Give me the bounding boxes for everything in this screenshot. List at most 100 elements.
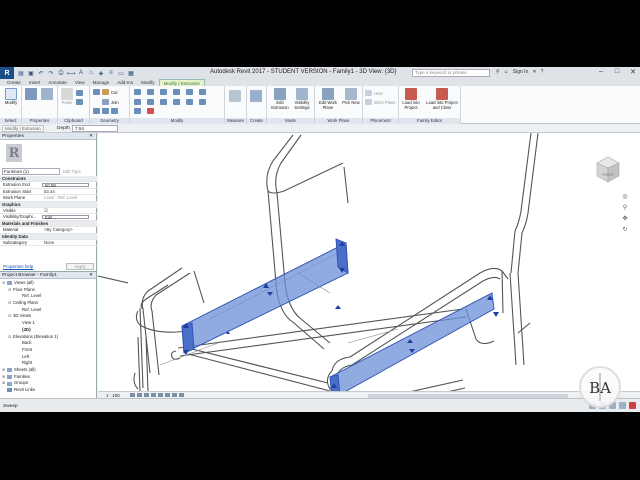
measure-button[interactable]	[229, 90, 241, 103]
tree-node[interactable]: View 1	[0, 320, 97, 327]
properties-help-link[interactable]: Properties help	[3, 264, 33, 269]
shadows-icon[interactable]	[151, 393, 156, 397]
offset-icon[interactable]	[147, 89, 154, 95]
maximize-icon[interactable]: □	[612, 68, 622, 76]
load-into-project-close-button[interactable]: Load into Project and Close	[425, 88, 459, 110]
orbit-icon[interactable]: ↻	[622, 226, 627, 233]
close-hidden-icon[interactable]: ▭	[117, 69, 125, 77]
cut-button[interactable]: Cut	[102, 89, 118, 95]
signin-link[interactable]: Sign In	[513, 69, 529, 75]
mirror-draw-icon[interactable]	[173, 89, 180, 95]
trim-icon[interactable]	[199, 89, 206, 95]
reveal-hidden-icon[interactable]	[179, 393, 184, 397]
tree-node[interactable]: ⊞ Groups	[0, 380, 97, 387]
pin-icon[interactable]	[134, 108, 141, 114]
edit-extrusion-button[interactable]: Edit Extrusion	[269, 88, 291, 110]
measure-icon[interactable]: ⟷	[67, 69, 76, 77]
tree-node[interactable]: Ref. Level	[0, 293, 97, 300]
pan-icon[interactable]: ✥	[622, 215, 627, 222]
zoom-icon[interactable]: ⚲	[623, 204, 627, 211]
material-value[interactable]: <By Category>	[42, 227, 97, 232]
close-icon[interactable]: ✕	[89, 272, 93, 279]
select-pinned-icon[interactable]	[629, 402, 636, 409]
minimize-icon[interactable]: –	[596, 68, 606, 76]
tree-node[interactable]: ⊞ Families	[0, 374, 97, 381]
switch-windows-icon[interactable]: ▦	[127, 69, 135, 77]
extrusion-end-input[interactable]: 60.98	[42, 182, 89, 188]
tree-node[interactable]: ⊟ Views (all)	[0, 280, 97, 287]
properties-button[interactable]	[25, 88, 37, 101]
wall-joins-button[interactable]	[93, 108, 118, 114]
tree-node[interactable]: ⊟ Ceiling Plans	[0, 300, 97, 307]
load-into-project-button[interactable]: Load into Project	[399, 88, 423, 110]
tree-node[interactable]: ⊟ Floor Plans	[0, 287, 97, 294]
mirror-axis-icon[interactable]	[160, 89, 167, 95]
array-icon[interactable]	[186, 99, 193, 105]
view-scale[interactable]: 1 : 100	[106, 393, 126, 398]
create-similar-button[interactable]	[250, 90, 262, 103]
tree-node[interactable]: Back	[0, 340, 97, 347]
tree-node[interactable]: ⊟ Elevations (Elevation 1)	[0, 334, 97, 341]
exchange-icon[interactable]: ✕	[532, 69, 536, 75]
delete-icon[interactable]	[147, 108, 154, 114]
scrollbar-thumb[interactable]	[368, 393, 568, 398]
extrusion-start-input[interactable]: 53.44	[42, 189, 97, 194]
match-button[interactable]	[76, 99, 83, 105]
drawing-area-3d[interactable]: FRONT ◎ ⚲ ✥ ↻	[98, 133, 640, 391]
render-icon[interactable]	[158, 393, 163, 397]
align-icon[interactable]	[134, 89, 141, 95]
temporary-hide-icon[interactable]	[172, 393, 177, 397]
depth-input[interactable]: 7.54	[72, 125, 118, 132]
save-icon[interactable]: ▣	[27, 69, 35, 77]
join-button[interactable]: Join	[102, 99, 119, 105]
pick-new-button[interactable]: Pick New	[341, 88, 361, 106]
move-icon[interactable]	[134, 99, 141, 105]
tab-modify[interactable]: Modify	[137, 79, 159, 86]
modify-button[interactable]: Modify	[2, 88, 20, 106]
thin-lines-icon[interactable]: ≡	[107, 69, 115, 77]
tab-insert[interactable]: Insert	[25, 79, 45, 86]
tab-view[interactable]: View	[71, 79, 89, 86]
tree-node[interactable]: Right	[0, 360, 97, 367]
application-menu-button[interactable]: R	[0, 67, 14, 79]
work-plane-place-button[interactable]: Work Plane	[365, 99, 396, 105]
copy-button[interactable]	[76, 90, 83, 96]
tree-node[interactable]: Front	[0, 347, 97, 354]
help-icon[interactable]: ?	[541, 69, 544, 75]
section-icon[interactable]: ◈	[97, 69, 105, 77]
host-button[interactable]: Host	[365, 90, 383, 96]
binoculars-icon[interactable]: ⚲	[496, 69, 500, 75]
scale-icon[interactable]	[199, 99, 206, 105]
apply-button[interactable]: Apply	[66, 263, 94, 270]
type-properties-button[interactable]	[41, 88, 53, 101]
open-icon[interactable]: ▤	[17, 69, 25, 77]
detail-level-icon[interactable]	[130, 393, 135, 397]
search-input[interactable]: Type a keyword or phrase	[412, 69, 490, 77]
type-selector[interactable]: Furniture (1)	[2, 167, 60, 175]
visual-style-icon[interactable]	[137, 393, 142, 397]
paste-button[interactable]: Paste	[60, 88, 74, 106]
edit-work-plane-button[interactable]: Edit Work Plane	[317, 88, 339, 110]
view-cube-icon[interactable]: FRONT	[595, 155, 621, 185]
visibility-settings-button[interactable]: Visibility Settings	[291, 88, 313, 110]
text-icon[interactable]: A	[77, 69, 85, 77]
tree-node[interactable]: Left	[0, 354, 97, 361]
filter-icon[interactable]	[619, 402, 626, 409]
steering-wheel-icon[interactable]: ◎	[622, 193, 627, 200]
tab-add-ins[interactable]: Add-Ins	[113, 79, 137, 86]
tree-node[interactable]: Ref. Level	[0, 307, 97, 314]
chair-model-view[interactable]	[98, 133, 640, 391]
redo-icon[interactable]: ↷	[47, 69, 55, 77]
rotate-icon[interactable]	[160, 99, 167, 105]
close-icon[interactable]: ✕	[89, 133, 93, 140]
edit-type-button[interactable]: Edit Type	[63, 169, 81, 174]
undo-icon[interactable]: ↶	[37, 69, 45, 77]
user-icon[interactable]: ☺	[504, 69, 509, 75]
tab-annotate[interactable]: Annotate	[44, 79, 70, 86]
cope-button[interactable]	[93, 89, 100, 95]
subcategory-value[interactable]: None	[42, 240, 97, 245]
tab-create[interactable]: Create	[3, 79, 25, 86]
tree-node[interactable]: ⊟ 3D Views	[0, 313, 97, 320]
visible-checkbox[interactable]: ☑	[42, 208, 97, 213]
sun-path-icon[interactable]	[144, 393, 149, 397]
